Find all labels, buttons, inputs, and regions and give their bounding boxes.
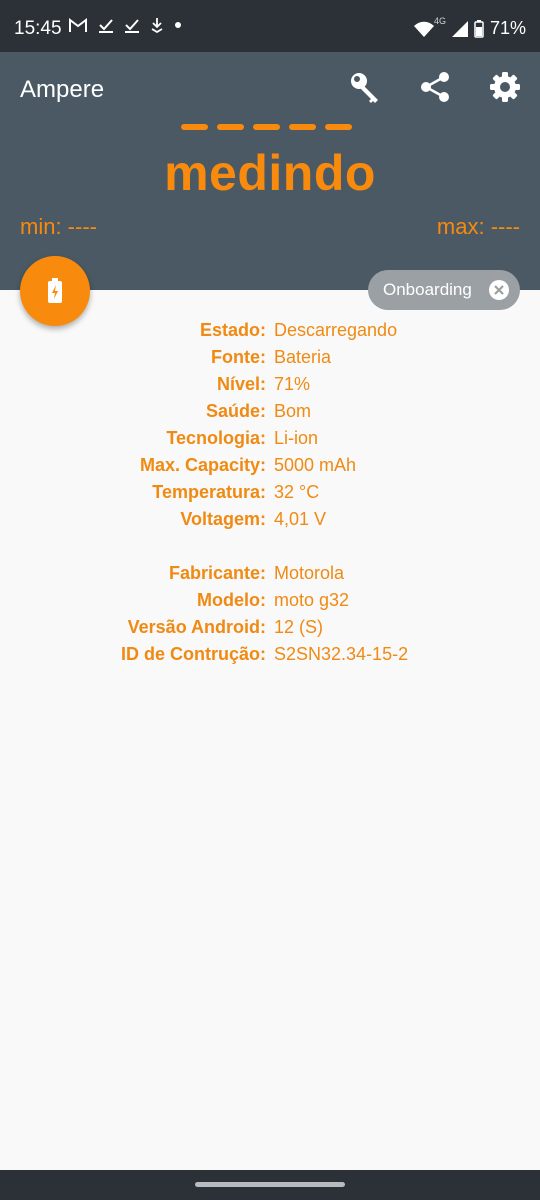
min-value: min: ---- [20,214,97,239]
status-time: 15:45 [14,18,62,39]
info-value: 12 (S) [274,617,324,637]
info-label: Tecnologia: [166,428,266,448]
close-icon[interactable] [488,279,510,301]
battery-info-list: Estado: Descarregando Fonte: Bateria Nível… [0,320,540,671]
measuring-indicator [181,124,352,130]
info-label: Temperatura: [152,482,266,502]
app-title: Ampere [20,76,105,103]
info-value: 4,01 V [274,509,327,529]
info-row-technology: Tecnologia: Li-ion [0,428,540,455]
info-label: ID de Contrução: [120,644,266,664]
info-row-voltage: Voltagem: 4,01 V [0,509,540,536]
info-value: Li-ion [274,428,319,448]
info-label: Saúde: [205,401,266,421]
home-gesture-handle[interactable] [195,1182,345,1187]
info-label: Versão Android: [127,617,266,637]
info-label: Nível: [216,374,266,394]
onboarding-chip-label: Onboarding [383,280,472,299]
battery-fab-button[interactable] [20,256,90,326]
key-icon[interactable] [348,70,382,104]
info-value: Motorola [274,563,345,583]
check-icon [125,19,139,33]
wifi-icon [413,21,434,37]
info-value: Bom [274,401,312,421]
battery-charging-icon [48,278,62,303]
info-value: 5000 mAh [274,455,357,475]
info-value: Bateria [274,347,332,367]
info-value: 71% [274,374,311,394]
battery-percent: 71% [489,18,526,38]
indicator-dash [181,124,208,130]
app-header: Ampere medindo min: ---- max: ---- [0,52,540,290]
info-label: Modelo: [197,590,266,610]
indicator-dash [253,124,280,130]
info-label: Voltagem: [180,509,266,529]
info-row-android-version: Versão Android: 12 (S) [0,617,540,644]
info-row-health: Saúde: Bom [0,401,540,428]
indicator-dash [289,124,316,130]
indicator-dash [217,124,244,130]
info-label: Estado: [199,320,266,340]
info-label: Max. Capacity: [139,455,266,475]
info-label: Fonte: [211,347,266,367]
system-status-icons: 4G 71% [413,15,526,39]
info-row-capacity: Max. Capacity: 5000 mAh [0,455,540,482]
info-value: Descarregando [274,320,398,340]
measuring-text: medindo [164,145,376,201]
max-value: max: ---- [436,214,520,239]
dot-icon [175,22,181,28]
info-value: S2SN32.34-15-2 [274,644,409,664]
info-row-source: Fonte: Bateria [0,347,540,374]
share-icon[interactable] [418,70,452,104]
info-row-build-id: ID de Contrução: S2SN32.34-15-2 [0,644,540,671]
check-icon [99,19,113,33]
gear-icon[interactable] [488,70,522,104]
info-row-model: Modelo: moto g32 [0,590,540,617]
notification-icons [68,17,182,33]
info-row-state: Estado: Descarregando [0,320,540,347]
info-row-level: Nível: 71% [0,374,540,401]
status-bar: 15:45 4G 71% [0,0,540,52]
download-icon [151,18,163,33]
signal-icon [451,20,468,37]
indicator-dash [325,124,352,130]
network-type: 4G [433,15,446,26]
info-row-manufacturer: Fabricante: Motorola [0,563,540,590]
onboarding-chip[interactable]: Onboarding [368,270,520,310]
battery-icon [474,19,484,38]
gmail-icon [69,18,87,32]
info-value: 32 °C [274,482,320,502]
info-value: moto g32 [274,590,350,610]
info-label: Fabricante: [168,563,266,583]
navigation-bar [0,1170,540,1200]
info-row-temperature: Temperatura: 32 °C [0,482,540,509]
